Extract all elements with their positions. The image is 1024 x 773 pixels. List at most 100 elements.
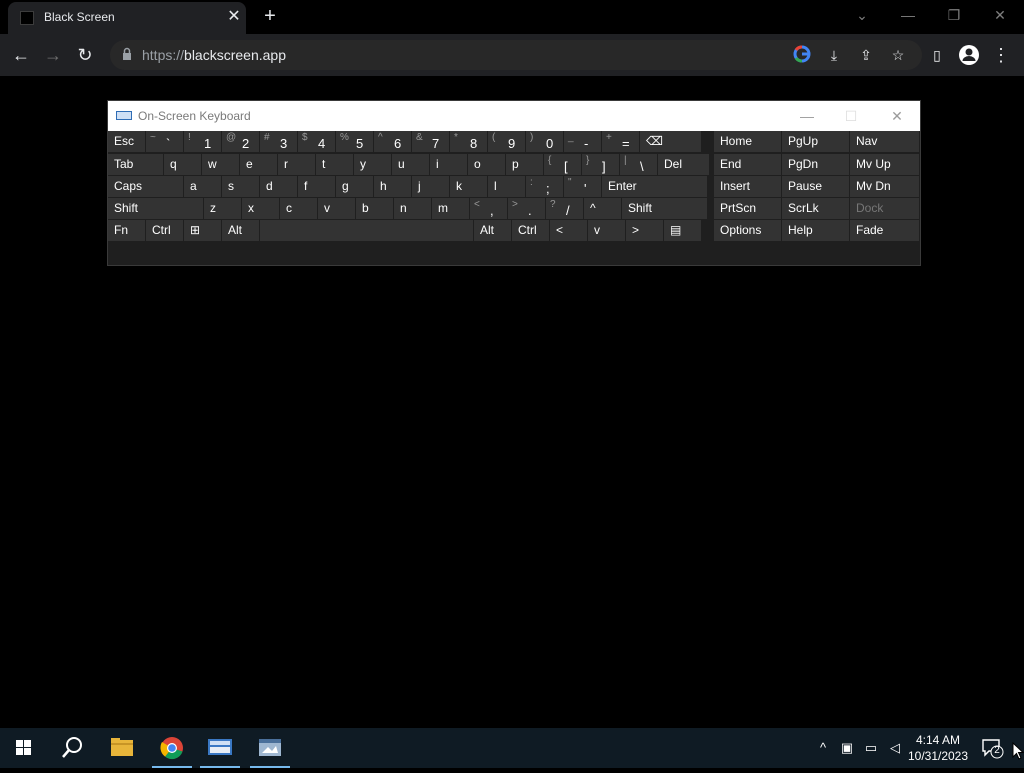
- osk-key-dock[interactable]: Dock: [850, 198, 920, 220]
- osk-key-▤[interactable]: ▤: [664, 220, 702, 242]
- system-clock[interactable]: 4:14 AM 10/31/2023: [904, 732, 972, 764]
- network-icon[interactable]: ▭: [862, 738, 880, 758]
- osk-key-3[interactable]: #3: [260, 131, 298, 153]
- osk-key-r[interactable]: r: [278, 154, 316, 176]
- osk-key--[interactable]: _ -: [564, 131, 602, 153]
- osk-key-5[interactable]: % 5: [336, 131, 374, 153]
- reload-icon[interactable]: ↻: [72, 42, 98, 68]
- osk-key-tab[interactable]: Tab: [108, 154, 164, 176]
- osk-key-l[interactable]: l: [488, 176, 526, 198]
- osk-key-space[interactable]: [260, 220, 474, 242]
- forward-icon[interactable]: →: [40, 42, 66, 68]
- osk-key-f[interactable]: f: [298, 176, 336, 198]
- osk-key-shift[interactable]: Shift: [622, 198, 708, 220]
- osk-key-7[interactable]: & 7: [412, 131, 450, 153]
- osk-key-fn[interactable]: Fn: [108, 220, 146, 242]
- osk-key-insert[interactable]: Insert: [714, 176, 782, 198]
- lock-icon[interactable]: [120, 47, 134, 61]
- osk-key-home[interactable]: Home: [714, 131, 782, 153]
- osk-key-fade[interactable]: Fade: [850, 220, 920, 242]
- osk-key-`[interactable]: ~ `: [146, 131, 184, 153]
- osk-key-⌫[interactable]: ⌫: [640, 131, 702, 153]
- osk-key-6[interactable]: ^ 6: [374, 131, 412, 153]
- osk-key-;[interactable]: :;: [526, 176, 564, 198]
- osk-key-shift[interactable]: Shift: [108, 198, 204, 220]
- osk-key-u[interactable]: u: [392, 154, 430, 176]
- osk-key-<[interactable]: <: [550, 220, 588, 242]
- osk-key-o[interactable]: o: [468, 154, 506, 176]
- chrome-icon[interactable]: [148, 728, 196, 768]
- osk-key-9[interactable]: (9: [488, 131, 526, 153]
- osk-key-0[interactable]: ) 0: [526, 131, 564, 153]
- menu-kebab-icon[interactable]: ⋮: [988, 42, 1014, 68]
- minimize-icon[interactable]: —: [888, 4, 928, 28]
- action-center-icon[interactable]: 2: [980, 737, 1004, 759]
- security-icon[interactable]: ▣: [838, 738, 856, 758]
- osk-key-esc[interactable]: Esc: [108, 131, 146, 153]
- osk-key-mv-up[interactable]: Mv Up: [850, 154, 920, 176]
- restore-icon[interactable]: ❐: [934, 4, 974, 28]
- osk-key-help[interactable]: Help: [782, 220, 850, 242]
- osk-key-caps[interactable]: Caps: [108, 176, 184, 198]
- osk-key-n[interactable]: n: [394, 198, 432, 220]
- share-icon[interactable]: ⇪: [856, 45, 876, 65]
- osk-key-b[interactable]: b: [356, 198, 394, 220]
- osk-key-nav[interactable]: Nav: [850, 131, 920, 153]
- osk-key-1[interactable]: ! 1: [184, 131, 222, 153]
- search-icon[interactable]: [48, 728, 96, 768]
- osk-key-a[interactable]: a: [184, 176, 222, 198]
- osk-key-v[interactable]: v: [318, 198, 356, 220]
- osk-key-'[interactable]: " ': [564, 176, 602, 198]
- on-screen-keyboard-app-icon[interactable]: [196, 728, 244, 768]
- app-window-icon[interactable]: [246, 728, 294, 768]
- osk-key-y[interactable]: y: [354, 154, 392, 176]
- osk-key-del[interactable]: Del: [658, 154, 710, 176]
- osk-key-x[interactable]: x: [242, 198, 280, 220]
- back-icon[interactable]: ←: [8, 42, 34, 68]
- osk-key-enter[interactable]: Enter: [602, 176, 708, 198]
- osk-key-pgup[interactable]: PgUp: [782, 131, 850, 153]
- osk-key-scrlk[interactable]: ScrLk: [782, 198, 850, 220]
- address-bar[interactable]: https://blackscreen.app ⤓ ⇪ ☆: [110, 40, 922, 70]
- osk-key-pause[interactable]: Pause: [782, 176, 850, 198]
- osk-key-m[interactable]: m: [432, 198, 470, 220]
- osk-key->[interactable]: >: [626, 220, 664, 242]
- osk-key-\[interactable]: | \: [620, 154, 658, 176]
- osk-key-mv-dn[interactable]: Mv Dn: [850, 176, 920, 198]
- profile-icon[interactable]: [956, 42, 982, 68]
- osk-key-options[interactable]: Options: [714, 220, 782, 242]
- google-icon[interactable]: [792, 45, 812, 65]
- osk-key-h[interactable]: h: [374, 176, 412, 198]
- osk-key-z[interactable]: z: [204, 198, 242, 220]
- tab-search-icon[interactable]: ⌄: [842, 4, 882, 28]
- osk-key-ctrl[interactable]: Ctrl: [512, 220, 550, 242]
- osk-minimize-icon[interactable]: —: [792, 105, 822, 127]
- osk-key-=[interactable]: + =: [602, 131, 640, 153]
- osk-key-8[interactable]: * 8: [450, 131, 488, 153]
- osk-close-icon[interactable]: ✕: [882, 105, 912, 127]
- osk-key-v[interactable]: v: [588, 220, 626, 242]
- osk-key-p[interactable]: p: [506, 154, 544, 176]
- osk-key-][interactable]: }]: [582, 154, 620, 176]
- osk-key-[[interactable]: {[: [544, 154, 582, 176]
- browser-tab[interactable]: Black Screen ✕: [8, 2, 246, 34]
- osk-key-g[interactable]: g: [336, 176, 374, 198]
- osk-key-^[interactable]: ^: [584, 198, 622, 220]
- install-app-icon[interactable]: ⤓: [824, 45, 844, 65]
- osk-key-t[interactable]: t: [316, 154, 354, 176]
- osk-key-pgdn[interactable]: PgDn: [782, 154, 850, 176]
- osk-key-/[interactable]: ? /: [546, 198, 584, 220]
- close-window-icon[interactable]: ✕: [980, 4, 1020, 28]
- osk-key-.[interactable]: >.: [508, 198, 546, 220]
- side-panel-icon[interactable]: ▯: [924, 42, 950, 68]
- file-explorer-icon[interactable]: [98, 728, 146, 768]
- osk-key-end[interactable]: End: [714, 154, 782, 176]
- osk-key-⊞[interactable]: ⊞: [184, 220, 222, 242]
- osk-key-,[interactable]: <,: [470, 198, 508, 220]
- new-tab-button[interactable]: +: [258, 5, 282, 29]
- osk-key-ctrl[interactable]: Ctrl: [146, 220, 184, 242]
- start-windows-icon[interactable]: [0, 728, 48, 768]
- osk-key-alt[interactable]: Alt: [222, 220, 260, 242]
- bookmark-star-icon[interactable]: ☆: [888, 45, 908, 65]
- volume-muted-icon[interactable]: ◁: [886, 738, 904, 758]
